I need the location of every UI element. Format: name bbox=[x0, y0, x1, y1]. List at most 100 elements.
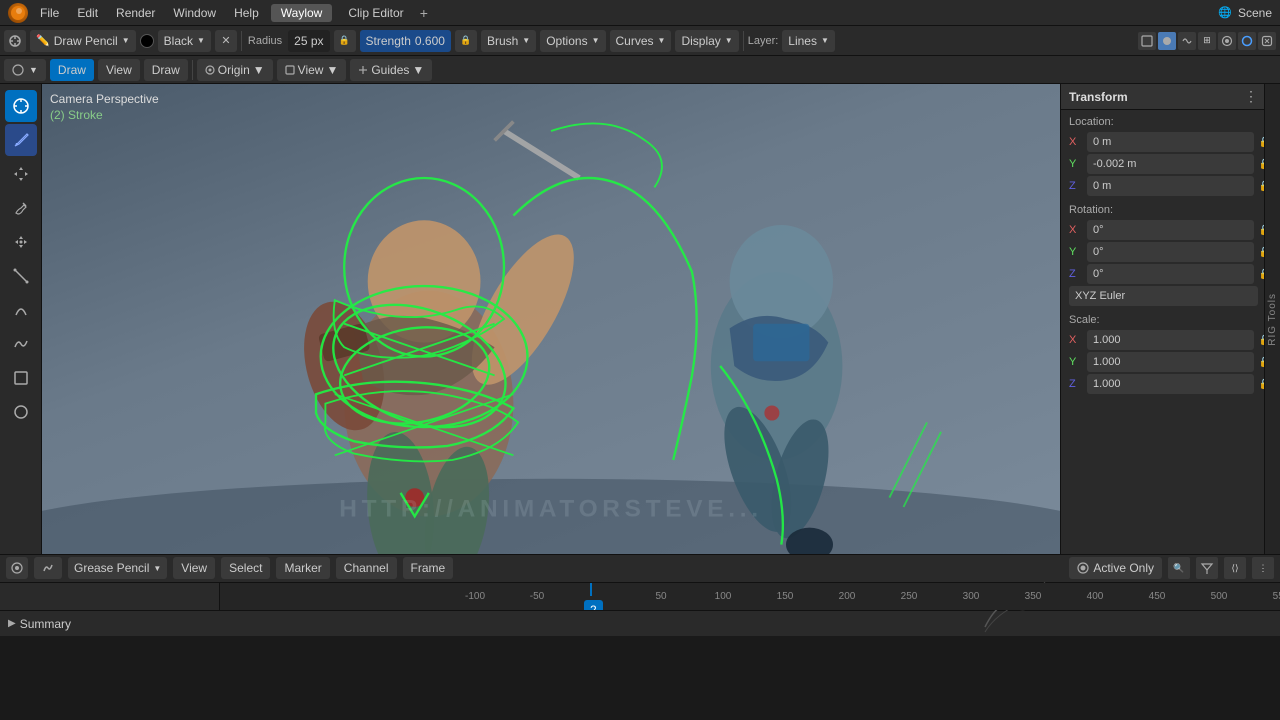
viewport-icons: ⊞ bbox=[1138, 32, 1276, 50]
grease-pencil-dropdown[interactable]: Grease Pencil ▼ bbox=[68, 557, 167, 579]
color-dot bbox=[140, 34, 154, 48]
viewport-toggle-6[interactable] bbox=[1238, 32, 1256, 50]
view-row: ▼ Draw View Draw Origin ▼ View ▼ Guides … bbox=[0, 56, 1280, 84]
menu-render[interactable]: Render bbox=[110, 4, 161, 22]
timeline-filter[interactable] bbox=[1196, 557, 1218, 579]
view-perspective-dropdown[interactable]: View ▼ bbox=[277, 59, 347, 81]
rot-z-field[interactable]: 0° bbox=[1087, 264, 1254, 284]
circle-tool[interactable] bbox=[5, 396, 37, 428]
square-tool[interactable] bbox=[5, 362, 37, 394]
viewport-toggle-4[interactable]: ⊞ bbox=[1198, 32, 1216, 50]
snap-dropdown[interactable]: Origin ▼ bbox=[197, 59, 273, 81]
color-dropdown[interactable]: Black ▼ bbox=[158, 30, 211, 52]
grease-pencil-label: Grease Pencil bbox=[74, 561, 149, 575]
viewport-toggle-5[interactable] bbox=[1218, 32, 1236, 50]
brush-dropdown[interactable]: Brush ▼ bbox=[481, 30, 536, 52]
view-arrow: ▼ bbox=[326, 63, 338, 77]
menu-window[interactable]: Window bbox=[167, 4, 222, 22]
active-only-label: Active Only bbox=[1093, 561, 1154, 575]
timeline-ruler: -100 -50 2 50 100 150 200 250 300 350 40… bbox=[0, 583, 1280, 610]
cursor-tool[interactable] bbox=[5, 90, 37, 122]
current-frame-display[interactable]: 2 bbox=[584, 600, 603, 610]
timeline-icon[interactable] bbox=[6, 557, 28, 579]
menu-edit[interactable]: Edit bbox=[71, 4, 104, 22]
draw-mode-selector[interactable]: ▼ bbox=[4, 59, 46, 81]
curve-tool[interactable] bbox=[5, 328, 37, 360]
color-dropdown-arrow: ▼ bbox=[197, 36, 205, 45]
brush-tool[interactable] bbox=[5, 192, 37, 224]
layer-text: Layer: bbox=[748, 35, 779, 47]
svg-text:HTTP://ANIMATORSTEVE...: HTTP://ANIMATORSTEVE... bbox=[339, 495, 763, 522]
rig-tools-sidebar[interactable]: RIG Tools bbox=[1264, 84, 1280, 554]
arc-tool[interactable] bbox=[5, 294, 37, 326]
draw-menu[interactable]: Draw bbox=[144, 59, 188, 81]
loc-x-field[interactable]: 0 m bbox=[1087, 132, 1254, 152]
viewport-toggle-3[interactable] bbox=[1178, 32, 1196, 50]
scale-z-row: Z 1.000 🔒 bbox=[1069, 374, 1272, 394]
timeline-search[interactable]: 🔍 bbox=[1168, 557, 1190, 579]
draw-tool[interactable] bbox=[5, 124, 37, 156]
draw-mode-selector-arrow: ▼ bbox=[29, 65, 38, 75]
top-menubar: File Edit Render Window Help Waylow Clip… bbox=[0, 0, 1280, 26]
tick-100: 100 bbox=[692, 591, 754, 602]
workspace-waylow[interactable]: Waylow bbox=[271, 4, 333, 22]
scale-x-field[interactable]: 1.000 bbox=[1087, 330, 1254, 350]
workspace-clip-editor[interactable]: Clip Editor bbox=[338, 4, 413, 22]
transform-title: Transform bbox=[1069, 90, 1128, 104]
add-line-tool[interactable] bbox=[5, 260, 37, 292]
options-dropdown[interactable]: Options ▼ bbox=[540, 30, 605, 52]
loc-z-field[interactable]: 0 m bbox=[1087, 176, 1254, 196]
scene-icon: 🌐 bbox=[1218, 6, 1232, 19]
viewport[interactable]: Camera Perspective (2) Stroke bbox=[42, 84, 1060, 554]
view-menu[interactable]: View bbox=[98, 59, 140, 81]
toolbar-icon-btn[interactable] bbox=[4, 30, 26, 52]
radius-lock[interactable]: 🔒 bbox=[334, 30, 356, 52]
color-close-btn[interactable]: ✕ bbox=[215, 30, 237, 52]
summary-item[interactable]: ▶ Summary bbox=[8, 617, 71, 631]
right-panel: Transform ⋮⋮ Location: X 0 m 🔒 Y -0.002 … bbox=[1060, 84, 1280, 554]
loc-y-field[interactable]: -0.002 m bbox=[1087, 154, 1254, 174]
add-workspace-btn[interactable]: + bbox=[420, 5, 428, 21]
scene-label: Scene bbox=[1238, 6, 1272, 20]
viewport-toggle-7[interactable] bbox=[1258, 32, 1276, 50]
draw-pencil-dropdown[interactable]: ✏️ Draw Pencil ▼ bbox=[30, 30, 136, 52]
layer-value: Lines bbox=[788, 34, 817, 48]
curves-dropdown[interactable]: Curves ▼ bbox=[610, 30, 672, 52]
layer-dropdown[interactable]: Lines ▼ bbox=[782, 30, 835, 52]
tick-150: 150 bbox=[754, 591, 816, 602]
scale-y-field[interactable]: 1.000 bbox=[1087, 352, 1254, 372]
left-tools bbox=[0, 84, 42, 554]
strength-field[interactable]: Strength 0.600 bbox=[360, 30, 451, 52]
radius-field[interactable]: 25 px bbox=[288, 30, 329, 52]
gp-icon[interactable] bbox=[34, 557, 62, 579]
timeline-view-menu[interactable]: View bbox=[173, 557, 215, 579]
timeline-marker-menu[interactable]: Marker bbox=[276, 557, 329, 579]
viewport-toggle-2[interactable] bbox=[1158, 32, 1176, 50]
radius-value: 25 px bbox=[294, 34, 323, 48]
separator-2 bbox=[743, 31, 744, 51]
menu-help[interactable]: Help bbox=[228, 4, 265, 22]
transform-tool[interactable] bbox=[5, 226, 37, 258]
origin-label: Origin bbox=[218, 63, 250, 77]
timeline-select-menu[interactable]: Select bbox=[221, 557, 270, 579]
timeline-channel-menu[interactable]: Channel bbox=[336, 557, 397, 579]
euler-field[interactable]: XYZ Euler bbox=[1069, 286, 1258, 306]
timeline-frame-menu[interactable]: Frame bbox=[403, 557, 454, 579]
timeline-collapse[interactable]: ⟨⟩ bbox=[1224, 557, 1246, 579]
location-label: Location: bbox=[1069, 116, 1272, 128]
move-tool[interactable] bbox=[5, 158, 37, 190]
strength-lock[interactable]: 🔒 bbox=[455, 30, 477, 52]
rot-x-field[interactable]: 0° bbox=[1087, 220, 1254, 240]
viewport-toggle-1[interactable] bbox=[1138, 32, 1156, 50]
menu-file[interactable]: File bbox=[34, 4, 65, 22]
draw-mode-active[interactable]: Draw bbox=[50, 59, 94, 81]
rot-y-field[interactable]: 0° bbox=[1087, 242, 1254, 262]
timeline-menu-extra[interactable]: ⋮ bbox=[1252, 557, 1274, 579]
active-only-btn[interactable]: Active Only bbox=[1069, 557, 1162, 579]
curves-label: Curves bbox=[616, 34, 654, 48]
guides-dropdown[interactable]: Guides ▼ bbox=[350, 59, 432, 81]
scale-z-field[interactable]: 1.000 bbox=[1087, 374, 1254, 394]
toolbar-row: ✏️ Draw Pencil ▼ Black ▼ ✕ Radius 25 px … bbox=[0, 26, 1280, 56]
display-dropdown[interactable]: Display ▼ bbox=[675, 30, 738, 52]
rig-tools-label: RIG Tools bbox=[1267, 293, 1278, 346]
